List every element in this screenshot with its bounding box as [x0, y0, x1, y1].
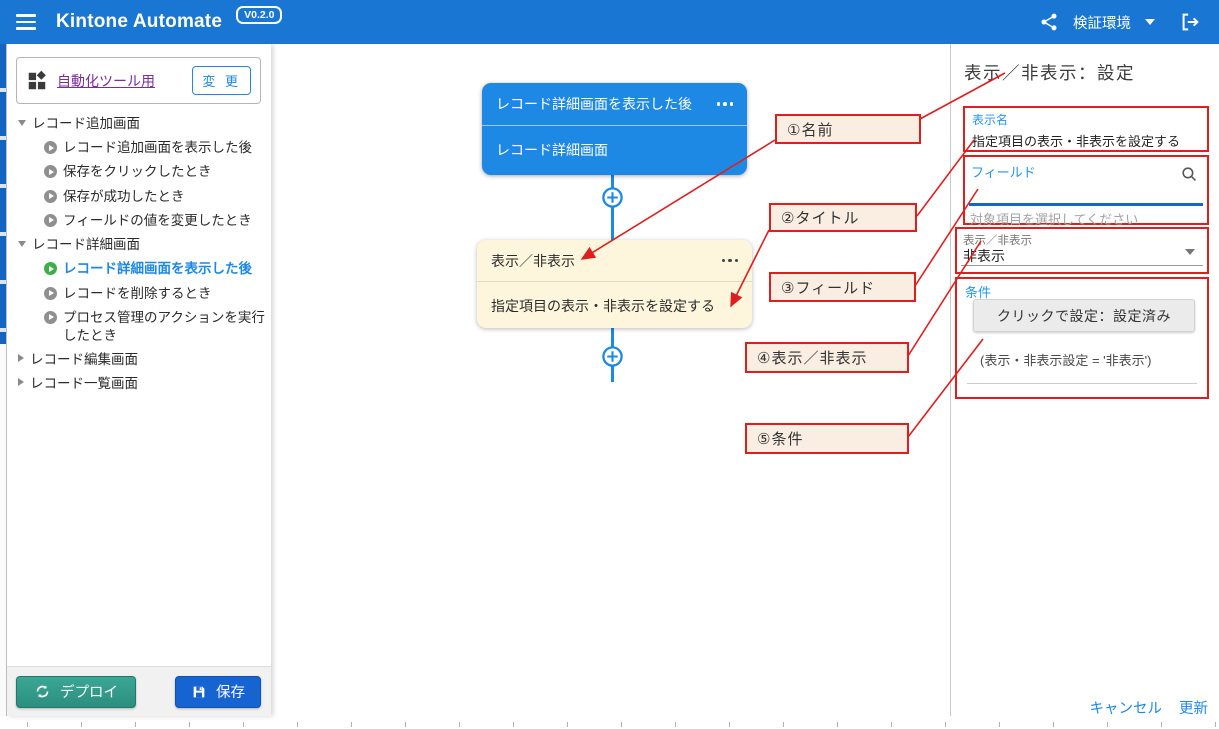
- panel-title: 表示／非表示：設定: [964, 60, 1135, 85]
- add-step-icon[interactable]: [601, 186, 624, 209]
- action-node[interactable]: 表示／非表示 指定項目の表示・非表示を設定する: [477, 240, 752, 328]
- flow-canvas[interactable]: レコード詳細画面を表示した後 レコード詳細画面 表示／非表示 指定項目の表示・非…: [271, 44, 950, 716]
- more-menu-icon[interactable]: [722, 255, 739, 267]
- tree-group-record-list[interactable]: レコード一覧画面: [16, 372, 267, 396]
- chevron-down-icon: [18, 120, 26, 126]
- app-header: Kintone Automate V0.2.0 検証環境: [0, 0, 1219, 44]
- menu-icon[interactable]: [16, 14, 36, 30]
- annotation-condition: ⑤条件: [745, 423, 909, 454]
- tree-item[interactable]: 保存が成功したとき: [42, 185, 267, 209]
- event-icon: [44, 214, 57, 227]
- display-name-value[interactable]: 指定項目の表示・非表示を設定する: [972, 131, 1200, 150]
- annotation-visibility: ④表示／非表示: [745, 342, 909, 373]
- bottom-ruler: [0, 716, 1219, 729]
- app-card: 自動化ツール用 変 更: [16, 57, 261, 104]
- divider: [967, 383, 1197, 384]
- chevron-right-icon: [18, 378, 24, 386]
- event-icon: [44, 262, 57, 275]
- environment-selector[interactable]: 検証環境: [1073, 12, 1131, 33]
- cancel-button[interactable]: キャンセル: [1090, 697, 1163, 718]
- field-placeholder: 対象項目を選択してください: [970, 209, 1138, 228]
- deploy-button[interactable]: デプロイ: [16, 676, 136, 708]
- add-step-icon[interactable]: [601, 345, 624, 368]
- display-name-section: 表示名 指定項目の表示・非表示を設定する: [963, 106, 1209, 152]
- action-node-header: 表示／非表示: [477, 240, 752, 282]
- select-underline: [961, 265, 1203, 266]
- tree-item[interactable]: プロセス管理のアクションを実行したとき: [42, 306, 267, 348]
- share-icon[interactable]: [1039, 12, 1059, 32]
- event-icon: [44, 311, 57, 324]
- update-button[interactable]: 更新: [1179, 697, 1208, 718]
- action-node-body: 指定項目の表示・非表示を設定する: [477, 282, 752, 329]
- sidebar: 自動化ツール用 変 更 レコード追加画面 レコード追加画面を表示した後 保存をク…: [7, 44, 271, 716]
- chevron-right-icon: [18, 354, 24, 362]
- tree-group-record-add[interactable]: レコード追加画面: [16, 112, 267, 136]
- event-icon: [44, 190, 57, 203]
- change-app-button[interactable]: 変 更: [192, 66, 251, 95]
- field-label: フィールド: [971, 162, 1036, 181]
- trigger-node-header: レコード詳細画面を表示した後: [482, 83, 747, 126]
- visibility-select[interactable]: 非表示: [963, 246, 1005, 266]
- event-tree: レコード追加画面 レコード追加画面を表示した後 保存をクリックしたとき 保存が成…: [7, 112, 271, 397]
- annotation-title: ②タイトル: [769, 203, 917, 232]
- visibility-section: 表示／非表示 非表示: [955, 227, 1209, 274]
- app-title: Kintone Automate: [56, 11, 222, 33]
- settings-panel: 表示／非表示：設定 表示名 指定項目の表示・非表示を設定する フィールド 対象項…: [950, 44, 1219, 716]
- tree-item[interactable]: レコード追加画面を表示した後: [42, 136, 267, 160]
- sync-icon: [34, 683, 51, 700]
- save-button[interactable]: 保存: [175, 676, 261, 708]
- field-section: フィールド 対象項目を選択してください: [963, 155, 1209, 225]
- event-icon: [44, 165, 57, 178]
- trigger-node[interactable]: レコード詳細画面を表示した後 レコード詳細画面: [482, 83, 747, 175]
- display-name-label: 表示名: [972, 111, 1200, 128]
- version-badge: V0.2.0: [236, 6, 282, 24]
- annotation-name: ①名前: [775, 114, 921, 144]
- chevron-down-icon[interactable]: [1185, 249, 1195, 255]
- tree-item[interactable]: 保存をクリックしたとき: [42, 160, 267, 184]
- condition-section: 条件 クリックで設定：設定済み (表示・非表示設定 = '非表示'): [955, 277, 1209, 399]
- event-icon: [44, 287, 57, 300]
- app-grid-icon: [26, 70, 48, 92]
- tree-item[interactable]: フィールドの値を変更したとき: [42, 209, 267, 233]
- floppy-icon: [191, 684, 207, 700]
- app-link[interactable]: 自動化ツール用: [57, 71, 183, 91]
- tree-item[interactable]: レコードを削除するとき: [42, 282, 267, 306]
- annotation-field: ③フィールド: [769, 272, 916, 302]
- event-icon: [44, 141, 57, 154]
- trigger-node-body: レコード詳細画面: [482, 126, 747, 173]
- condition-expression: (表示・非表示設定 = '非表示'): [980, 350, 1151, 369]
- tree-item-selected[interactable]: レコード詳細画面を表示した後: [42, 257, 267, 281]
- tree-group-record-edit[interactable]: レコード編集画面: [16, 348, 267, 372]
- field-input[interactable]: [969, 203, 1203, 206]
- tree-group-record-detail[interactable]: レコード詳細画面: [16, 233, 267, 257]
- logout-icon[interactable]: [1179, 11, 1201, 33]
- left-edge-strip: [0, 44, 7, 716]
- sidebar-footer: デプロイ 保存: [7, 666, 271, 716]
- chevron-down-icon: [18, 241, 26, 247]
- more-menu-icon[interactable]: [717, 98, 734, 110]
- search-icon[interactable]: [1180, 165, 1199, 184]
- condition-set-button[interactable]: クリックで設定：設定済み: [973, 299, 1195, 332]
- chevron-down-icon[interactable]: [1145, 19, 1155, 25]
